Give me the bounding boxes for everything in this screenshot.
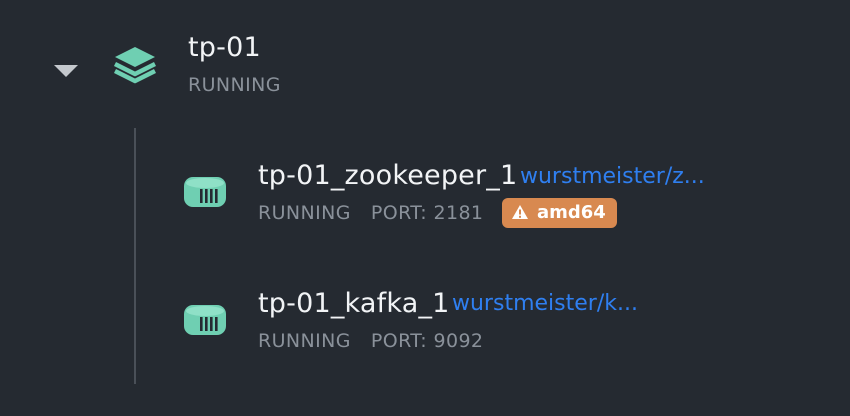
badge-label: amd64 <box>537 202 606 223</box>
container-name[interactable]: tp-01_kafka_1 <box>258 287 450 321</box>
caret-down-icon[interactable] <box>52 62 80 80</box>
architecture-warning-badge: amd64 <box>502 198 617 228</box>
container-row[interactable]: tp-01_zookeeper_1 wurstmeister/z... RUNN… <box>0 150 850 240</box>
container-status: RUNNING <box>258 330 351 352</box>
container-meta: RUNNING PORT: 2181 <box>258 201 483 225</box>
group-name[interactable]: tp-01 <box>188 31 261 65</box>
stack-layers-icon <box>110 44 160 86</box>
container-port: PORT: 2181 <box>370 202 484 224</box>
container-status: RUNNING <box>258 202 351 224</box>
container-list: tp-01 RUNNING tp-01_zookeeper_1 wurstmei… <box>0 0 850 416</box>
container-image-link[interactable]: wurstmeister/z... <box>520 162 705 192</box>
container-icon <box>180 300 230 340</box>
container-name[interactable]: tp-01_zookeeper_1 <box>258 159 517 193</box>
group-status: RUNNING <box>188 74 281 96</box>
container-meta: RUNNING PORT: 9092 <box>258 329 483 353</box>
container-image-link[interactable]: wurstmeister/k... <box>452 289 638 319</box>
container-icon <box>180 172 230 212</box>
warning-icon <box>511 200 529 219</box>
container-port: PORT: 9092 <box>370 330 484 352</box>
container-row[interactable]: tp-01_kafka_1 wurstmeister/k... RUNNING P… <box>0 278 850 368</box>
